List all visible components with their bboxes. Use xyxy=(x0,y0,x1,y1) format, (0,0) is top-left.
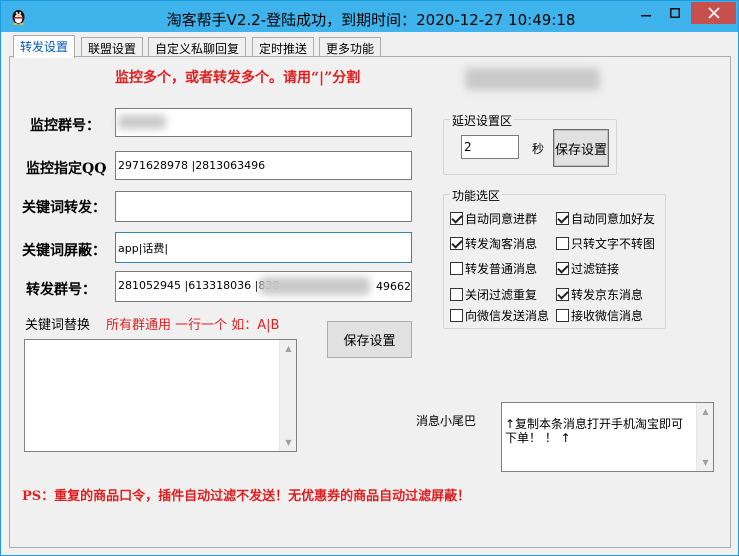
checkbox-forward-normal[interactable]: 转发普通消息 xyxy=(450,260,537,277)
function-options-title: 功能选区 xyxy=(450,187,503,204)
maximize-button[interactable] xyxy=(661,2,689,24)
message-tail-text: ↑复制本条消息打开手机淘宝即可下单！ ！ ↑ xyxy=(505,417,684,445)
delay-seconds-input[interactable]: 2 xyxy=(461,135,519,159)
delay-settings-title: 延迟设置区 xyxy=(450,112,515,129)
keyword-replace-textarea[interactable]: ▲ ▼ xyxy=(24,339,297,452)
checkbox-box[interactable] xyxy=(556,212,569,225)
checkbox-auto-accept-friend[interactable]: 自动同意加好友 xyxy=(556,210,655,227)
maximize-icon xyxy=(670,8,680,18)
footer-ps-note: PS：重复的商品口令，插件自动过滤不发送！无优惠券的商品自动过滤屏蔽！ xyxy=(22,489,471,504)
keyword-replace-label: 关键词替换 xyxy=(25,318,91,333)
checkbox-label: 接收微信消息 xyxy=(571,309,644,323)
checkbox-auto-accept-group[interactable]: 自动同意进群 xyxy=(450,210,537,227)
checkbox-forward-jd[interactable]: 转发京东消息 xyxy=(556,286,643,303)
checkbox-label: 自动同意进群 xyxy=(465,212,538,226)
checkbox-forward-taoke[interactable]: 转发淘客消息 xyxy=(450,235,537,252)
scroll-down-arrow-icon[interactable]: ▼ xyxy=(697,454,714,471)
message-tail-scrollbar[interactable]: ▲ ▼ xyxy=(696,403,713,471)
checkbox-label: 只转文字不转图 xyxy=(571,237,656,251)
checkbox-disable-dedup[interactable]: 关闭过滤重复 xyxy=(450,286,537,303)
forward-group-value-left: 281052945 |613318036 |838 xyxy=(118,279,280,292)
window-title: 淘客帮手V2.2-登陆成功，到期时间：2020-12-27 10:49:18 xyxy=(166,11,576,29)
close-button[interactable] xyxy=(691,2,736,24)
app-window: 淘客帮手V2.2-登陆成功，到期时间：2020-12-27 10:49:18 转… xyxy=(0,0,739,556)
keyword-block-label: 关键词屏蔽： xyxy=(22,243,106,259)
monitor-qq-label: 监控指定QQ xyxy=(26,161,107,177)
checkbox-box[interactable] xyxy=(556,309,569,322)
checkbox-receive-wechat[interactable]: 接收微信消息 xyxy=(556,307,643,324)
message-tail-textarea[interactable]: ↑复制本条消息打开手机淘宝即可下单！ ！ ↑ ▲ ▼ xyxy=(501,402,714,472)
split-hint-text: 监控多个，或者转发多个。请用“|”分割 xyxy=(115,70,361,86)
checkbox-send-to-wechat[interactable]: 向微信发送消息 xyxy=(450,307,549,324)
tab-alliance-settings[interactable]: 联盟设置 xyxy=(81,37,144,57)
delay-unit-label: 秒 xyxy=(532,142,545,156)
scroll-down-arrow-icon[interactable]: ▼ xyxy=(280,434,297,451)
checkbox-filter-links[interactable]: 过滤链接 xyxy=(556,260,619,277)
checkbox-box[interactable] xyxy=(450,212,463,225)
redacted-forward-group xyxy=(260,277,370,295)
checkbox-label: 向微信发送消息 xyxy=(465,309,550,323)
tab-scheduled-push[interactable]: 定时推送 xyxy=(252,37,315,57)
checkbox-box[interactable] xyxy=(450,309,463,322)
redacted-account-info xyxy=(465,68,600,90)
checkbox-label: 自动同意加好友 xyxy=(571,212,656,226)
forward-group-value-right: 49662 xyxy=(376,280,411,293)
redacted-group-number xyxy=(118,115,166,129)
checkbox-text-only[interactable]: 只转文字不转图 xyxy=(556,235,655,252)
checkbox-box[interactable] xyxy=(450,262,463,275)
forward-group-label: 转发群号： xyxy=(26,282,96,298)
penguin-app-icon xyxy=(12,10,25,25)
keyword-forward-input[interactable] xyxy=(115,191,412,222)
checkbox-box[interactable] xyxy=(450,288,463,301)
tab-custom-private-reply[interactable]: 自定义私聊回复 xyxy=(148,37,247,57)
tab-more-features[interactable]: 更多功能 xyxy=(319,37,382,57)
delay-save-button[interactable]: 保存设置 xyxy=(553,129,609,167)
tab-panel-forward-settings: 监控多个，或者转发多个。请用“|”分割 监控群号： 监控指定QQ 2971628… xyxy=(9,56,731,548)
checkbox-label: 转发普通消息 xyxy=(465,262,538,276)
minimize-icon xyxy=(641,15,651,17)
minimize-button[interactable] xyxy=(632,2,660,24)
title-bar[interactable]: 淘客帮手V2.2-登陆成功，到期时间：2020-12-27 10:49:18 xyxy=(1,1,738,32)
checkbox-box[interactable] xyxy=(556,288,569,301)
keyword-forward-label: 关键词转发： xyxy=(22,200,106,216)
scroll-up-arrow-icon[interactable]: ▲ xyxy=(280,340,297,357)
checkbox-label: 过滤链接 xyxy=(571,262,620,276)
checkbox-box[interactable] xyxy=(556,262,569,275)
keyword-replace-scrollbar[interactable]: ▲ ▼ xyxy=(279,340,296,451)
close-icon xyxy=(707,7,720,19)
message-tail-label: 消息小尾巴 xyxy=(416,414,477,428)
save-settings-button[interactable]: 保存设置 xyxy=(327,321,412,358)
checkbox-label: 转发淘客消息 xyxy=(465,237,538,251)
scroll-up-arrow-icon[interactable]: ▲ xyxy=(697,403,714,420)
tab-forward-settings[interactable]: 转发设置 xyxy=(13,35,76,58)
checkbox-box[interactable] xyxy=(450,237,463,250)
keyword-replace-hint: 所有群通用 一行一个 如：A|B xyxy=(106,318,280,333)
checkbox-box[interactable] xyxy=(556,237,569,250)
keyword-block-input[interactable]: app|话费| xyxy=(115,232,412,263)
monitor-qq-input[interactable]: 2971628978 |2813063496 xyxy=(115,151,412,180)
checkbox-label: 转发京东消息 xyxy=(571,288,644,302)
checkbox-label: 关闭过滤重复 xyxy=(465,288,538,302)
monitor-group-label: 监控群号： xyxy=(30,118,100,134)
